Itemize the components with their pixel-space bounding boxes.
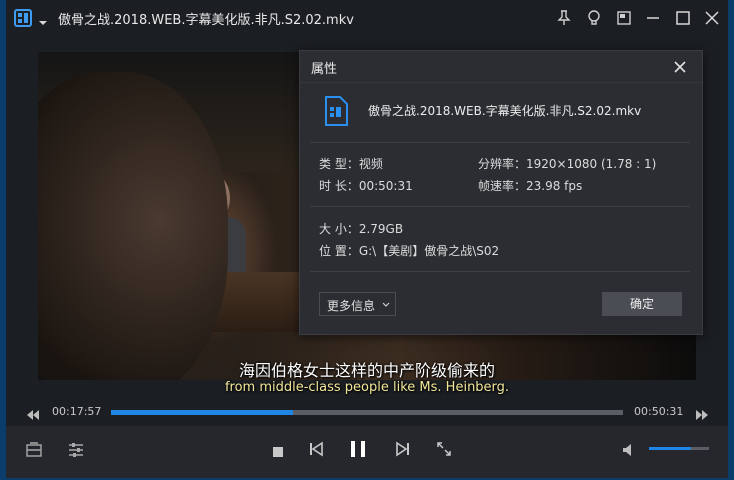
bulb-icon[interactable] (585, 9, 603, 27)
file-name: 傲骨之战.2018.WEB.字幕美化版.非凡.S2.02.mkv (368, 104, 642, 118)
size-row: 大 小：2.79GB (319, 222, 404, 236)
duration-row: 时 长：00:50:31 (319, 179, 413, 193)
next-icon[interactable] (395, 441, 411, 461)
chevron-down-icon[interactable] (38, 13, 48, 25)
volume-slider-fill (649, 447, 691, 450)
ok-button[interactable]: 确定 (602, 292, 682, 316)
previous-icon[interactable] (308, 441, 324, 461)
close-icon[interactable] (703, 9, 721, 27)
volume-icon[interactable] (622, 442, 638, 461)
divider (310, 142, 690, 143)
seek-bar-fill (111, 410, 293, 415)
equalizer-icon[interactable] (67, 441, 85, 463)
title-bar: 傲骨之战.2018.WEB.字幕美化版.非凡.S2.02.mkv (6, 0, 728, 36)
properties-dialog: 属性 傲骨之战.2018.WEB.字幕美化版.非凡.S2.02.mkv 类 型：… (299, 50, 703, 335)
more-info-label: 更多信息 (327, 299, 376, 313)
elapsed-time: 00:17:57 (52, 405, 102, 418)
control-bar (6, 426, 728, 478)
resolution-row: 分辨率：1920×1080 (1.78 : 1) (478, 157, 657, 171)
fast-forward-icon[interactable] (695, 406, 709, 420)
divider (310, 271, 690, 272)
rewind-icon[interactable] (26, 406, 40, 420)
seek-bar[interactable] (111, 410, 623, 415)
type-row: 类 型：视频 (319, 157, 383, 171)
more-info-button[interactable]: 更多信息 (319, 292, 396, 316)
maximize-icon[interactable] (674, 9, 692, 27)
fullscreen-icon[interactable] (436, 441, 452, 461)
divider (310, 206, 690, 207)
stop-icon[interactable] (272, 443, 284, 462)
player-window: 傲骨之战.2018.WEB.字幕美化版.非凡.S2.02.mkv 00:17:5… (6, 0, 728, 478)
subtitle-chinese: 海因伯格女士这样的中产阶级偷来的 (238, 361, 495, 380)
pause-icon[interactable] (349, 439, 367, 463)
pin-icon[interactable] (555, 9, 573, 27)
playlist-icon[interactable] (25, 441, 43, 463)
window-title: 傲骨之战.2018.WEB.字幕美化版.非凡.S2.02.mkv (58, 13, 354, 28)
video-scene-foreground (38, 72, 228, 380)
subtitle-english: from middle-class people like Ms. Heinbe… (224, 380, 510, 395)
mini-mode-icon[interactable] (615, 9, 633, 27)
minimize-icon[interactable] (644, 9, 662, 27)
player-logo-icon[interactable] (14, 9, 32, 27)
chevron-down-icon (382, 302, 390, 307)
dialog-title: 属性 (311, 62, 338, 77)
volume-slider[interactable] (649, 447, 709, 450)
frame-rate-row: 帧速率：23.98 fps (478, 179, 583, 193)
dialog-title-divider (300, 82, 702, 83)
progress-row: 00:17:57 00:50:31 (6, 402, 728, 422)
video-file-icon (323, 96, 349, 126)
close-icon[interactable] (672, 59, 688, 75)
total-time: 00:50:31 (634, 405, 684, 418)
location-row: 位 置：G:\【美剧】傲骨之战\S02 (319, 244, 500, 258)
